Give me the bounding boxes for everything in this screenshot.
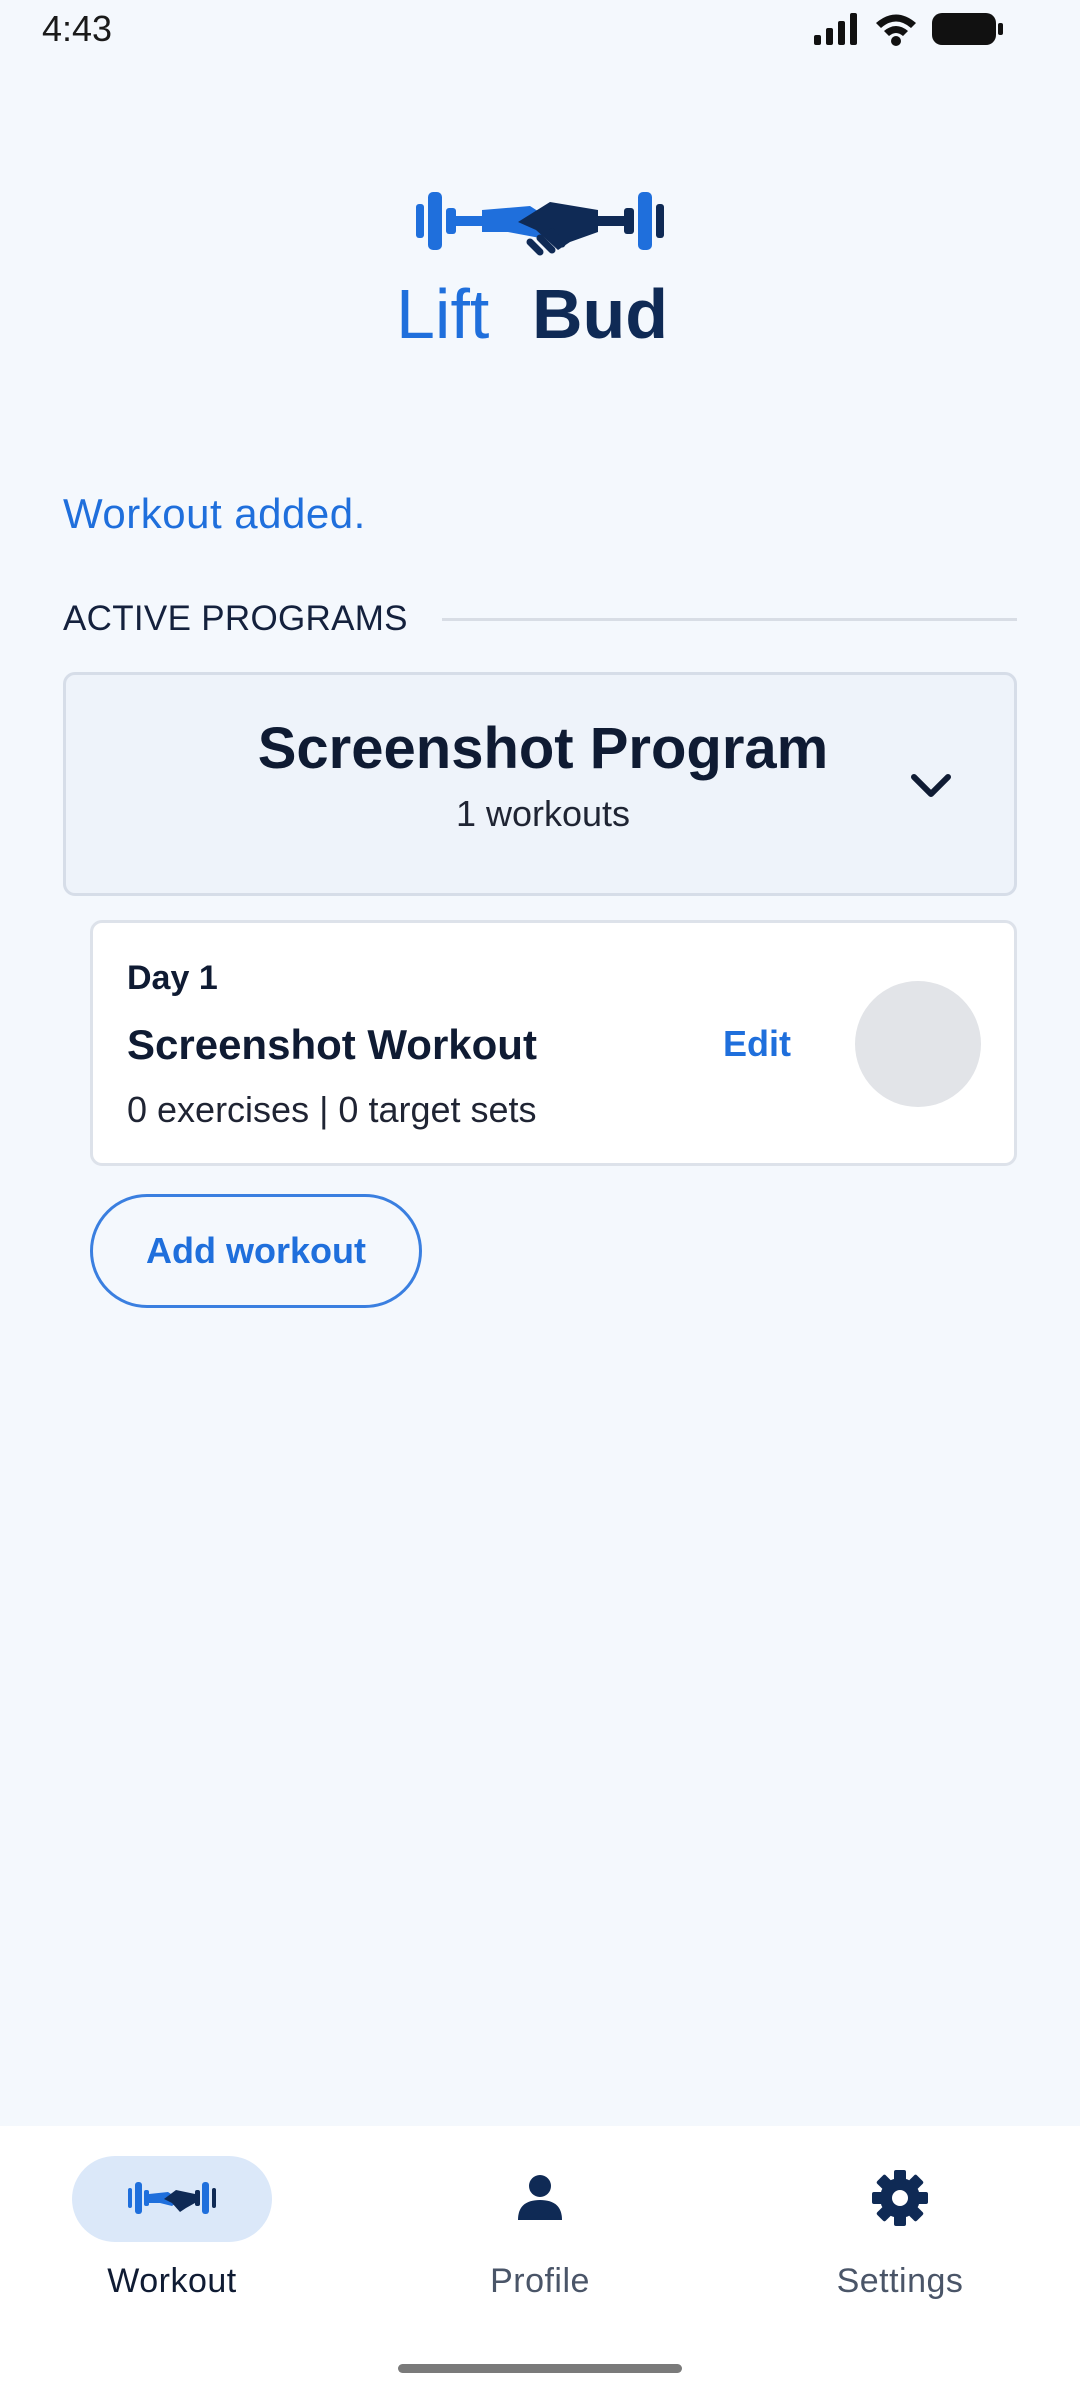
- nav-label-workout: Workout: [107, 2262, 237, 2300]
- section-header: ACTIVE PROGRAMS: [63, 596, 1017, 642]
- workout-day-label: Day 1: [127, 959, 218, 997]
- gear-icon: [872, 2170, 928, 2226]
- nav-label-profile: Profile: [490, 2262, 590, 2300]
- status-icons: [814, 12, 1004, 46]
- liftbud-logo-icon: Lift Bud: [396, 192, 668, 353]
- program-workout-count: 1 workouts: [455, 793, 631, 834]
- app-logo: Lift Bud: [390, 170, 690, 353]
- logo-word-lift: Lift: [396, 275, 489, 350]
- nav-item-workout[interactable]: Workout: [0, 2156, 360, 2326]
- workout-summary: 0 exercises | 0 target sets: [127, 1089, 537, 1130]
- section-title: ACTIVE PROGRAMS: [63, 599, 408, 638]
- workout-card[interactable]: Day 1 Screenshot Workout 0 exercises | 0…: [90, 920, 1017, 1166]
- section-divider: [441, 617, 1017, 621]
- status-time: 4:43: [42, 8, 113, 49]
- screen: 4:43 Lift Bud Workout added. ACTIVE PROG…: [0, 0, 1080, 2400]
- add-workout-button[interactable]: Add workout: [90, 1194, 422, 1308]
- workout-name: Screenshot Workout: [127, 1021, 537, 1068]
- home-indicator[interactable]: [398, 2364, 682, 2373]
- wifi-icon: [876, 14, 916, 46]
- workout-status-circle[interactable]: [855, 981, 981, 1107]
- dumbbell-handshake-icon: [128, 2182, 216, 2214]
- bottom-nav: Workout Profile Settings: [0, 2126, 1080, 2400]
- battery-icon: [932, 13, 1003, 45]
- status-message: Workout added.: [63, 490, 366, 537]
- person-icon: [518, 2175, 562, 2220]
- nav-label-settings: Settings: [836, 2262, 964, 2300]
- nav-item-profile[interactable]: Profile: [360, 2156, 720, 2326]
- status-bar: 4:43: [0, 0, 1080, 62]
- program-card[interactable]: Screenshot Program 1 workouts: [63, 672, 1017, 896]
- signal-icon: [814, 13, 857, 45]
- program-title: Screenshot Program: [257, 716, 829, 781]
- nav-item-settings[interactable]: Settings: [720, 2156, 1080, 2326]
- edit-workout-button[interactable]: Edit: [723, 1023, 791, 1065]
- logo-word-bud: Bud: [532, 275, 668, 350]
- chevron-down-icon[interactable]: [906, 761, 956, 811]
